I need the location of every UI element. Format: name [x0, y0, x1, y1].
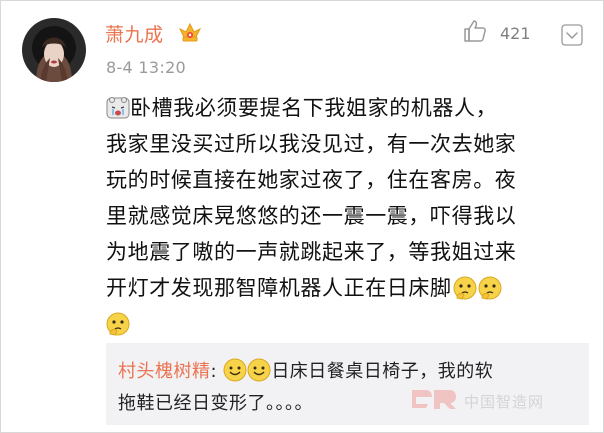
comment-text: 卧槽我必须要提名下我姐家的机器人， 我家里没买过所以我没见过，有一次去她家 玩的…: [106, 90, 586, 342]
like-count: 421: [500, 23, 531, 43]
thinking-face-emoji: [478, 275, 502, 300]
post-timestamp: 8-4 13:20: [106, 58, 187, 77]
reply-username[interactable]: 村头槐树精: [118, 361, 211, 382]
comment-line-5: 为地震了嗷的一声就跳起来了，等我姐过来: [106, 240, 517, 264]
crown-icon: [178, 20, 202, 48]
smile-face-emoji: [247, 358, 271, 382]
comment-line-2: 我家里没买过所以我没见过，有一次去她家: [106, 132, 517, 156]
thinking-face-emoji: [453, 275, 477, 300]
like-button[interactable]: 421: [462, 18, 531, 48]
comment-line-3: 玩的时候直接在她家过夜了，住在客房。夜: [106, 168, 517, 192]
comment-line: 开灯才发现那智障机器人正在日床脚: [106, 270, 586, 306]
watermark: 中国智造网: [410, 386, 544, 416]
comment-line-1: 卧槽我必须要提名下我姐家的机器人，: [130, 96, 498, 120]
username[interactable]: 萧九成: [105, 20, 164, 47]
more-icon[interactable]: [561, 24, 583, 50]
reply-text-line-1: 日床日餐桌日椅子，我的软: [271, 361, 494, 382]
reply-line: 村头槐树精: 日床日餐桌日椅子，我的软: [118, 356, 578, 388]
cry-face-emoji: [106, 95, 130, 119]
thumbs-up-icon: [462, 18, 488, 48]
smile-face-emoji: [223, 358, 247, 382]
reply-separator: :: [210, 361, 218, 382]
comment-line-4: 里就感觉床晃悠悠的还一震一震，吓得我以: [106, 204, 517, 228]
watermark-text: 中国智造网: [464, 392, 545, 411]
avatar[interactable]: [22, 18, 86, 82]
comment-line: [106, 306, 586, 342]
comment-line-6: 开灯才发现那智障机器人正在日床脚: [106, 276, 452, 300]
thinking-face-emoji: [106, 311, 130, 336]
comment-line: 卧槽我必须要提名下我姐家的机器人，: [106, 90, 586, 126]
logo-icon: [410, 386, 458, 416]
